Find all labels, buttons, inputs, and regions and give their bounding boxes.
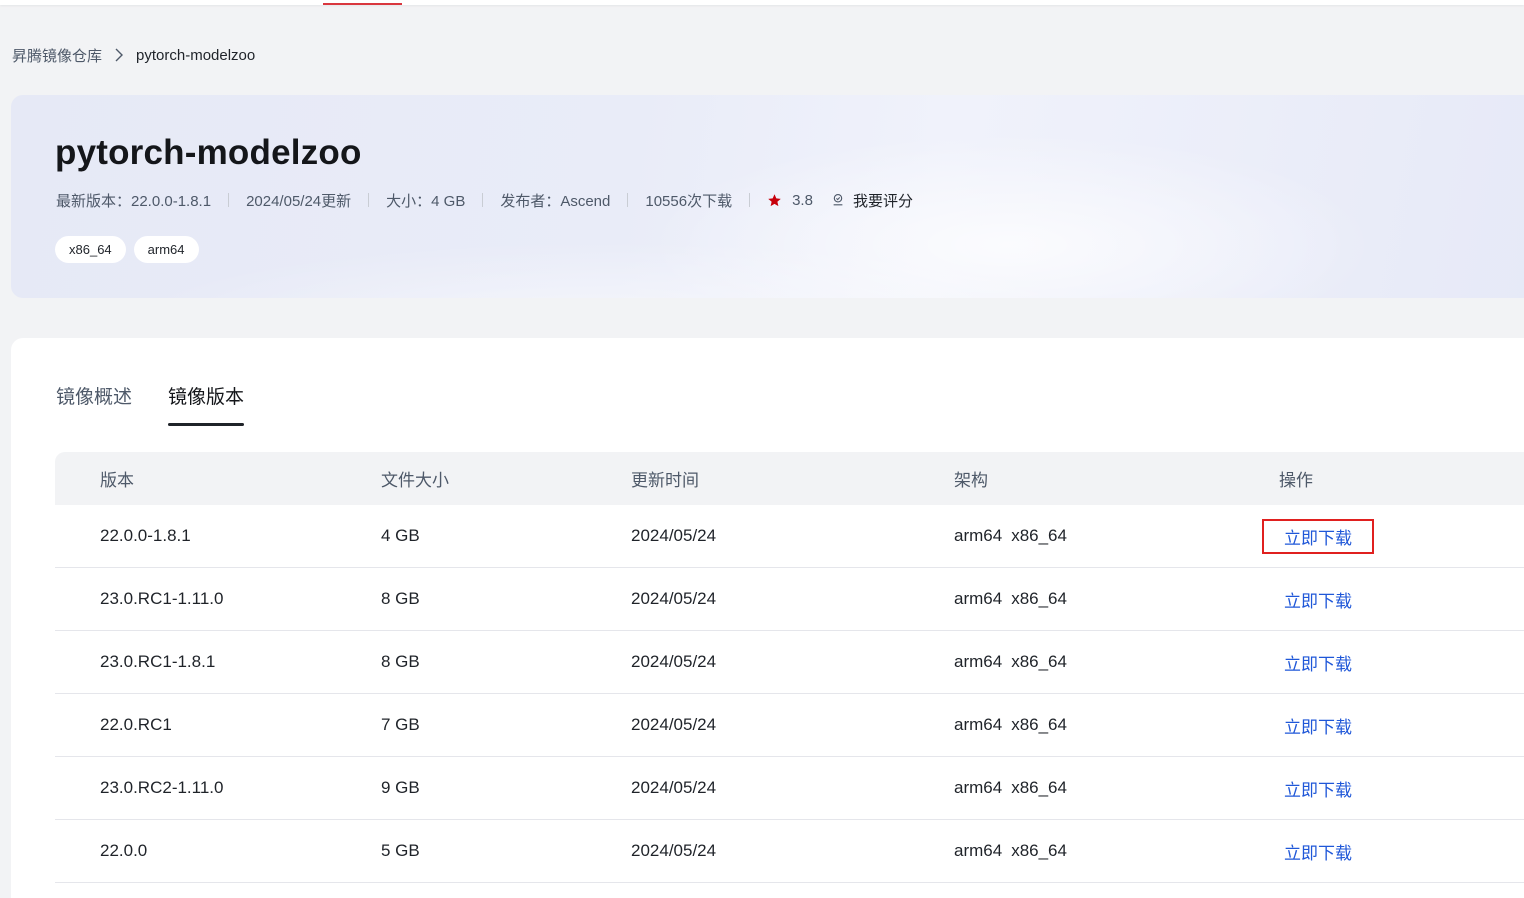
updated-cell: 2024/05/24 — [631, 841, 717, 860]
version-cell: 23.0.RC2-1.11.0 — [100, 778, 224, 797]
size-cell: 8 GB — [381, 589, 420, 608]
version-cell: 22.0.0-1.8.1 — [100, 526, 191, 545]
arch-value: arm64 — [954, 526, 1003, 545]
rate-icon — [833, 194, 843, 206]
download-button[interactable]: 立即下载 — [1262, 518, 1374, 554]
column-header-size: 文件大小 — [381, 471, 449, 490]
arch-value: arm64 — [954, 778, 1003, 797]
download-count: 10556次下载 — [645, 192, 733, 210]
action-cell: 立即下载 — [1262, 518, 1524, 554]
arch-value: x86_64 — [1011, 715, 1067, 734]
meta-divider — [228, 193, 230, 207]
action-cell: 立即下载 — [1279, 645, 1524, 680]
arch-value: arm64 — [954, 841, 1003, 860]
table-header: 版本 文件大小 更新时间 架构 操作 — [55, 452, 1524, 505]
arch-value: x86_64 — [1011, 589, 1067, 608]
table-row: 22.0.RC1 7 GB 2024/05/24 arm64 x86_64 立即… — [55, 694, 1524, 757]
table-row: 22.0.0 5 GB 2024/05/24 arm64 x86_64 立即下载 — [55, 820, 1524, 883]
image-meta: 最新版本：22.0.0-1.8.1 2024/05/24更新 大小：4 GB 发… — [56, 189, 913, 211]
arch-cell: arm64 x86_64 — [954, 652, 1279, 672]
version-cell: 23.0.RC1-1.11.0 — [100, 589, 224, 608]
image-header-banner: pytorch-modelzoo 最新版本：22.0.0-1.8.1 2024/… — [11, 95, 1524, 298]
table-row: 22.0.0-1.8.1 4 GB 2024/05/24 arm64 x86_6… — [55, 505, 1524, 568]
size-cell: 8 GB — [381, 652, 420, 671]
updated-cell: 2024/05/24 — [631, 715, 717, 734]
latest-version: 最新版本：22.0.0-1.8.1 — [56, 192, 212, 210]
arch-tag[interactable]: arm64 — [133, 236, 199, 263]
image-size: 大小：4 GB — [386, 192, 466, 210]
size-cell: 9 GB — [381, 778, 420, 797]
rate-button-label: 我要评分 — [852, 192, 913, 210]
table-row: 23.0.RC2-1.11.0 9 GB 2024/05/24 arm64 x8… — [55, 757, 1524, 820]
meta-divider — [482, 193, 484, 207]
column-header-version: 版本 — [100, 471, 134, 490]
breadcrumb: 昇腾镜像仓库 pytorch-modelzoo — [12, 44, 255, 66]
size-cell: 7 GB — [381, 715, 420, 734]
download-button[interactable]: 立即下载 — [1262, 834, 1374, 869]
arch-cell: arm64 x86_64 — [954, 526, 1279, 546]
table-row: 23.0.RC1-1.8.1 8 GB 2024/05/24 arm64 x86… — [55, 631, 1524, 694]
action-cell: 立即下载 — [1279, 582, 1524, 617]
update-date: 2024/05/24更新 — [246, 192, 352, 210]
version-cell: 22.0.RC1 — [100, 715, 172, 734]
chevron-right-icon — [108, 48, 130, 62]
table-row: 23.0.RC1-1.11.0 8 GB 2024/05/24 arm64 x8… — [55, 568, 1524, 631]
arch-cell: arm64 x86_64 — [954, 778, 1279, 798]
top-nav-bar — [0, 0, 1524, 5]
updated-cell: 2024/05/24 — [631, 526, 717, 545]
column-header-arch: 架构 — [954, 471, 988, 490]
rating-value: 3.8 — [792, 191, 813, 209]
arch-value: x86_64 — [1011, 841, 1067, 860]
tab-bar: 镜像概述 镜像版本 — [56, 382, 245, 426]
tab-overview[interactable]: 镜像概述 — [56, 382, 132, 426]
meta-divider — [368, 193, 370, 207]
active-nav-indicator — [323, 3, 402, 5]
arch-value: x86_64 — [1011, 778, 1067, 797]
column-header-updated: 更新时间 — [631, 471, 699, 490]
download-button[interactable]: 立即下载 — [1262, 582, 1374, 617]
version-cell: 23.0.RC1-1.8.1 — [100, 652, 216, 671]
arch-cell: arm64 x86_64 — [954, 841, 1279, 861]
column-header-action: 操作 — [1279, 471, 1313, 490]
publisher: 发布者：Ascend — [500, 192, 611, 210]
arch-value: arm64 — [954, 715, 1003, 734]
breadcrumb-current: pytorch-modelzoo — [136, 46, 256, 64]
action-cell: 立即下载 — [1279, 708, 1524, 743]
download-button[interactable]: 立即下载 — [1262, 708, 1374, 743]
tab-versions[interactable]: 镜像版本 — [168, 382, 245, 426]
arch-value: x86_64 — [1011, 652, 1067, 671]
arch-value: arm64 — [954, 652, 1003, 671]
size-cell: 4 GB — [381, 526, 420, 545]
breadcrumb-root-link[interactable]: 昇腾镜像仓库 — [12, 45, 102, 66]
arch-value: x86_64 — [1011, 526, 1067, 545]
meta-divider — [627, 193, 629, 207]
arch-cell: arm64 x86_64 — [954, 715, 1279, 735]
rating: 3.8 — [767, 192, 813, 209]
arch-value: arm64 — [954, 589, 1003, 608]
meta-divider — [749, 193, 751, 207]
size-cell: 5 GB — [381, 841, 420, 860]
content-panel: 镜像概述 镜像版本 版本 文件大小 更新时间 架构 操作 22.0.0-1.8.… — [11, 338, 1524, 898]
updated-cell: 2024/05/24 — [631, 589, 717, 608]
updated-cell: 2024/05/24 — [631, 652, 717, 671]
star-icon — [768, 193, 781, 206]
action-cell: 立即下载 — [1279, 834, 1524, 869]
download-button[interactable]: 立即下载 — [1262, 645, 1374, 680]
version-cell: 22.0.0 — [100, 841, 148, 860]
action-cell: 立即下载 — [1279, 771, 1524, 806]
arch-tags: x86_64 arm64 — [55, 236, 199, 263]
updated-cell: 2024/05/24 — [631, 778, 717, 797]
download-button[interactable]: 立即下载 — [1262, 771, 1374, 806]
arch-cell: arm64 x86_64 — [954, 589, 1279, 609]
arch-tag[interactable]: x86_64 — [55, 236, 126, 263]
rate-button[interactable]: 我要评分 — [813, 190, 913, 211]
versions-table: 版本 文件大小 更新时间 架构 操作 22.0.0-1.8.1 4 GB 202… — [55, 452, 1524, 883]
page-title: pytorch-modelzoo — [55, 133, 362, 172]
